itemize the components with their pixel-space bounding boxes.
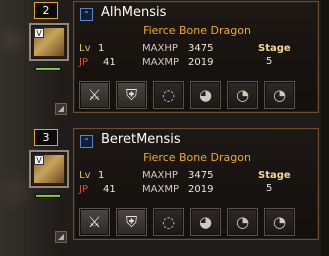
- slot-number-badge: 2: [34, 2, 58, 19]
- necklace-icon[interactable]: ◌: [153, 81, 184, 109]
- armor-icon[interactable]: ⛨: [116, 81, 147, 109]
- jp-value: 41: [103, 57, 116, 68]
- lv-value: 1: [98, 43, 105, 54]
- maxhp-label: MAXHP: [142, 170, 178, 181]
- character-portrait[interactable]: V: [29, 23, 69, 61]
- character-name: BeretMensis: [101, 132, 181, 147]
- maxmp-value: 2019: [188, 184, 214, 195]
- job-rank-icon: ⌃: [80, 135, 93, 148]
- job-rank-icon: ⌃: [80, 8, 93, 21]
- hp-bar: [35, 67, 61, 71]
- lv-value: 1: [98, 170, 105, 181]
- small-action-button[interactable]: ◢: [55, 103, 67, 115]
- maxmp-label: MAXMP: [142, 57, 179, 68]
- equipment-slots: ⚔ ⛨ ◌ ◕ ◔ ◔: [79, 208, 315, 236]
- scrollbar[interactable]: [321, 0, 329, 256]
- character-portrait[interactable]: V: [29, 150, 69, 188]
- lv-label: Lv: [79, 43, 91, 54]
- class-tag-icon: V: [34, 155, 44, 165]
- maxhp-label: MAXHP: [142, 43, 178, 54]
- ring-icon[interactable]: ◕: [190, 81, 221, 109]
- slot-number-badge: 3: [34, 129, 58, 146]
- stage-value: 5: [266, 56, 273, 67]
- maxmp-label: MAXMP: [142, 184, 179, 195]
- drop-icon[interactable]: ◔: [264, 208, 295, 236]
- character-name: AlhMensis: [101, 5, 167, 20]
- ring-icon[interactable]: ◕: [190, 208, 221, 236]
- jp-label: JP: [79, 184, 88, 195]
- character-info-panel[interactable]: ⌃ AlhMensis Fierce Bone Dragon Lv 1 JP 4…: [73, 1, 319, 113]
- sword-icon[interactable]: ⚔: [79, 208, 110, 236]
- drop-icon[interactable]: ◔: [264, 81, 295, 109]
- necklace-icon[interactable]: ◌: [153, 208, 184, 236]
- sword-icon[interactable]: ⚔: [79, 81, 110, 109]
- maxhp-value: 3475: [188, 43, 214, 54]
- character-info-panel[interactable]: ⌃ BeretMensis Fierce Bone Dragon Lv 1 JP…: [73, 128, 319, 240]
- drop-icon[interactable]: ◔: [227, 208, 258, 236]
- stage-value: 5: [266, 183, 273, 194]
- equipment-slots: ⚔ ⛨ ◌ ◕ ◔ ◔: [79, 81, 315, 109]
- small-action-button[interactable]: ◢: [55, 231, 67, 243]
- jp-label: JP: [79, 57, 88, 68]
- maxmp-value: 2019: [188, 57, 214, 68]
- hp-bar: [35, 194, 61, 198]
- maxhp-value: 3475: [188, 170, 214, 181]
- hp-bar-fill: [36, 195, 60, 197]
- lv-label: Lv: [79, 170, 91, 181]
- character-title: Fierce Bone Dragon: [143, 24, 251, 37]
- jp-value: 41: [103, 184, 116, 195]
- stage-label: Stage: [258, 43, 291, 54]
- character-title: Fierce Bone Dragon: [143, 151, 251, 164]
- armor-icon[interactable]: ⛨: [116, 208, 147, 236]
- class-tag-icon: V: [34, 28, 44, 38]
- drop-icon[interactable]: ◔: [227, 81, 258, 109]
- stage-label: Stage: [258, 170, 291, 181]
- hp-bar-fill: [36, 68, 60, 70]
